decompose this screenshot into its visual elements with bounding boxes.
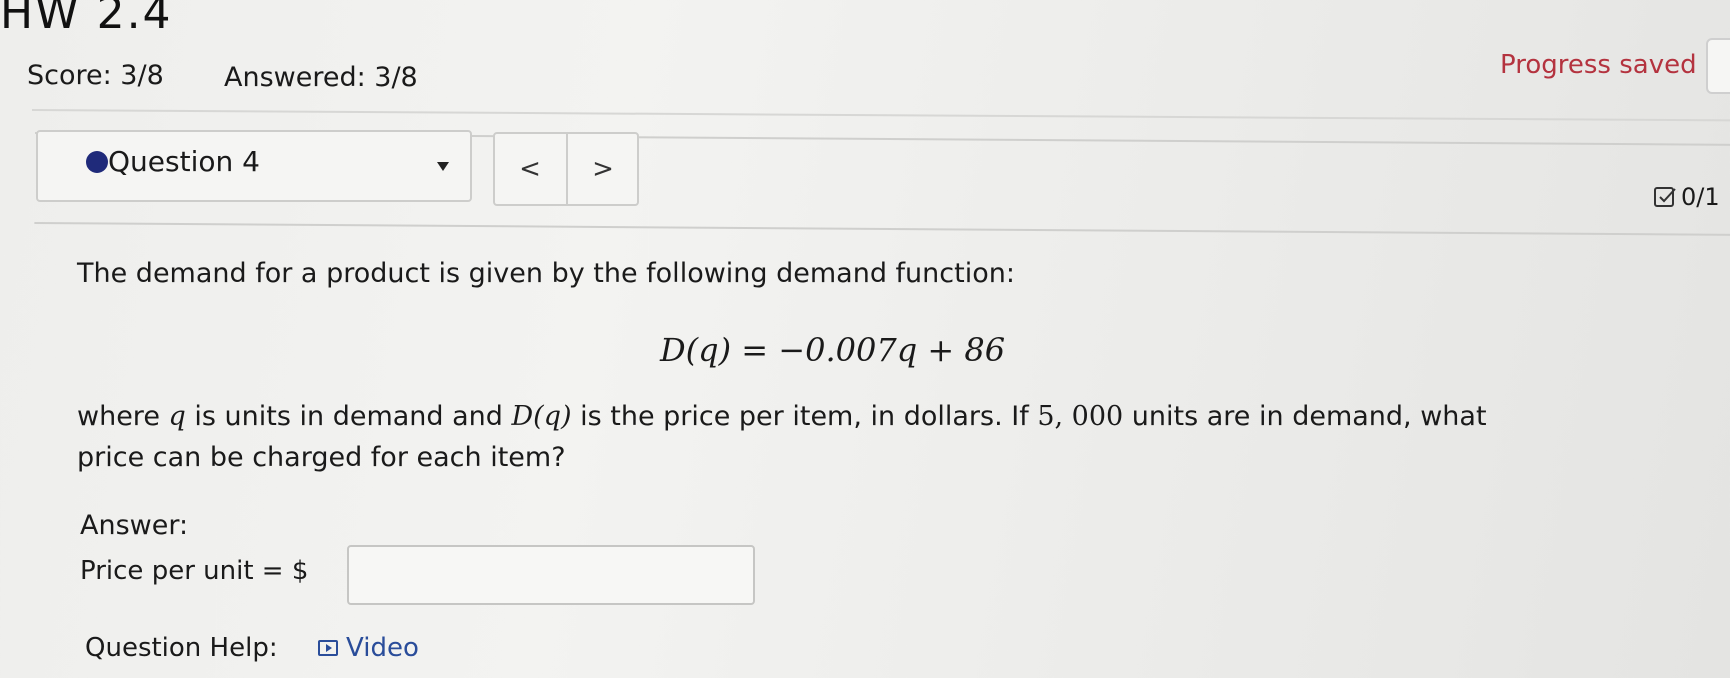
body-text: units are in demand, what	[1123, 401, 1487, 432]
next-question-button[interactable]: >	[568, 134, 638, 204]
chevron-down-icon	[437, 162, 449, 171]
video-help-link[interactable]: Video	[318, 633, 419, 663]
price-per-unit-input[interactable]	[347, 545, 755, 605]
header-divider	[31, 109, 1730, 122]
formula-text: D(q) = −0.007q + 86	[660, 331, 1006, 369]
video-link-label: Video	[346, 633, 419, 663]
points-value: 0/1	[1681, 183, 1720, 211]
checkbox-icon	[1654, 187, 1676, 207]
body-text: is the price per item, in dollars. If	[571, 401, 1038, 432]
question-status-dot	[86, 151, 108, 173]
body-text: where	[77, 401, 169, 432]
question-help-label: Question Help:	[85, 633, 278, 663]
variable-Dq: D(q)	[511, 401, 572, 432]
score-text: Score: 3/8	[27, 60, 164, 91]
video-icon	[318, 640, 338, 656]
demand-formula: D(q) = −0.007q + 86	[660, 331, 1005, 369]
question-points: 0/1	[1653, 183, 1720, 211]
price-per-unit-label: Price per unit = $	[80, 556, 309, 586]
body-text: is units in demand and	[185, 401, 512, 432]
question-prompt: The demand for a product is given by the…	[77, 258, 1015, 289]
progress-saved-status: Progress saved	[1500, 50, 1697, 80]
answer-heading: Answer:	[80, 510, 189, 541]
answered-text: Answered: 3/8	[224, 62, 418, 93]
question-body-line-2: price can be charged for each item?	[77, 442, 566, 473]
quantity-value: 5, 000	[1037, 401, 1124, 432]
question-select-label: Question 4	[108, 145, 260, 178]
question-body-line-1: where q is units in demand and D(q) is t…	[77, 401, 1487, 432]
header-menu-button[interactable]	[1706, 38, 1730, 94]
variable-q: q	[168, 401, 186, 432]
assignment-title: HW 2.4	[0, 0, 173, 39]
previous-question-button[interactable]: <	[495, 134, 565, 204]
